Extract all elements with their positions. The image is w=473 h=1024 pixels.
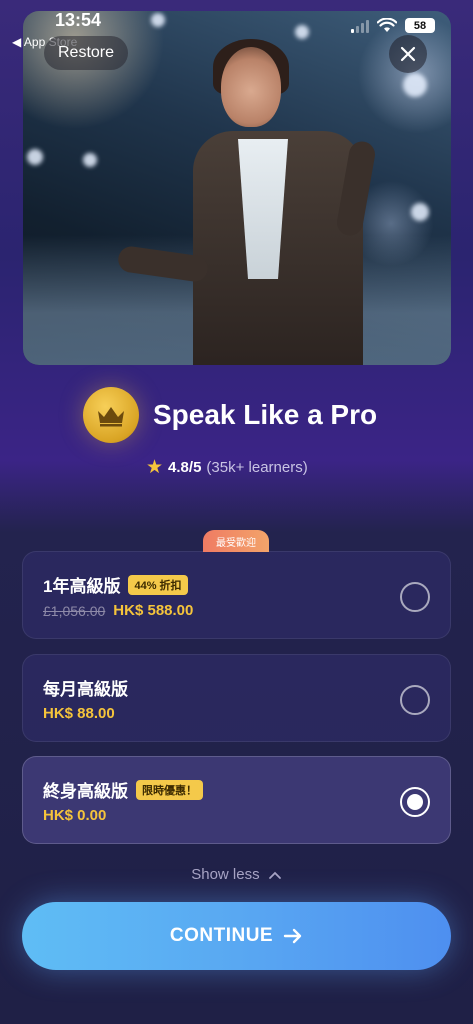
- plan-name: 每月高級版: [43, 680, 128, 699]
- chevron-up-icon: [268, 871, 281, 879]
- plan-name: 終身高級版: [43, 782, 128, 801]
- plan-price: HK$ 88.00: [43, 705, 115, 722]
- status-bar: 13:54 ◀ App Store 58: [0, 0, 473, 49]
- discount-tag: 44% 折扣: [128, 574, 188, 595]
- rating-learners: (35k+ learners): [206, 459, 308, 476]
- restore-button[interactable]: Restore: [44, 36, 129, 70]
- title-row: Speak Like a Pro: [83, 387, 377, 443]
- continue-label: CONTINUE: [169, 925, 274, 946]
- star-icon: ★: [146, 457, 164, 478]
- rating-value: 4.8/5: [168, 459, 202, 476]
- close-button[interactable]: [389, 35, 427, 73]
- arrow-right-icon: [283, 928, 302, 944]
- plan-name: 1年高級版: [43, 577, 121, 596]
- plan-option-yearly[interactable]: 1年高級版 44% 折扣 £1,056.00 HK$ 588.00: [22, 551, 451, 639]
- rating-row: ★ 4.8/5 (35k+ learners): [146, 456, 308, 479]
- plan-option-monthly[interactable]: 每月高級版 HK$ 88.00: [22, 654, 451, 742]
- plan-radio[interactable]: [400, 582, 430, 612]
- plan-radio-selected[interactable]: [400, 787, 430, 817]
- show-less-label: Show less: [191, 866, 260, 883]
- plan-price: HK$ 0.00: [43, 807, 107, 824]
- status-time: 13:54: [55, 10, 102, 30]
- battery-indicator: 58: [405, 18, 435, 33]
- offer-tag: 限時優惠！: [136, 779, 203, 800]
- continue-button[interactable]: CONTINUE: [22, 902, 451, 970]
- original-price: £1,056.00: [43, 602, 106, 619]
- most-popular-badge: 最受歡迎: [203, 530, 269, 552]
- plan-price: HK$ 588.00: [113, 602, 194, 619]
- plan-option-lifetime[interactable]: 終身高級版 限時優惠！ HK$ 0.00: [22, 756, 451, 844]
- close-icon: [400, 46, 416, 62]
- wifi-icon: [377, 18, 397, 32]
- crown-icon: [83, 387, 139, 443]
- page-title: Speak Like a Pro: [153, 399, 378, 430]
- show-less-toggle[interactable]: Show less: [0, 866, 473, 883]
- plan-radio[interactable]: [400, 685, 430, 715]
- cellular-signal-icon: [351, 19, 369, 33]
